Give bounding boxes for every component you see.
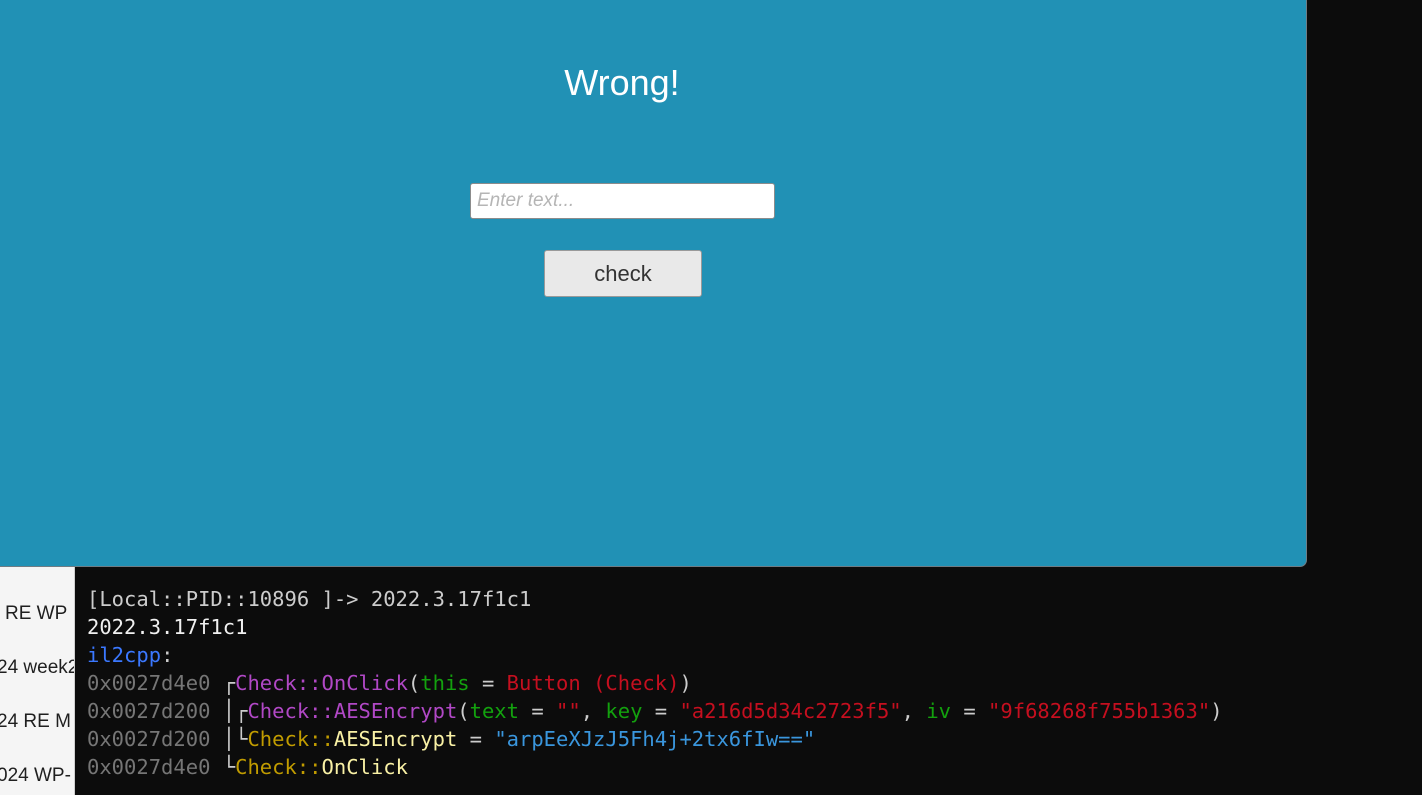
game-window: Wrong! check: [0, 0, 1307, 567]
trace-line: 0x0027d4e0 ┌Check::OnClick(this = Button…: [87, 669, 692, 697]
trace-paren: (: [407, 671, 421, 695]
trace-arg-value: "": [556, 699, 581, 723]
trace-eq: =: [469, 671, 507, 695]
trace-comma: ,: [580, 699, 606, 723]
trace-line: 0x0027d200 │└Check::AESEncrypt = "arpEeX…: [87, 725, 815, 753]
trace-paren: (: [457, 699, 470, 723]
trace-comma: ,: [901, 699, 927, 723]
trace-arg-value: Button (Check): [506, 671, 680, 695]
list-item[interactable]: RE WP: [5, 603, 74, 625]
trace-arg-name: text: [469, 699, 519, 723]
trace-method: OnClick: [321, 755, 408, 779]
trace-paren: ): [1210, 699, 1223, 723]
terminal-line: 2022.3.17f1c1: [87, 613, 247, 641]
text-input[interactable]: [470, 183, 775, 219]
trace-tree: │└: [210, 727, 248, 751]
trace-class: Check: [235, 755, 297, 779]
trace-arg-value: "9f68268f755b1363": [988, 699, 1211, 723]
trace-line: 0x0027d200 │┌Check::AESEncrypt(text = ""…: [87, 697, 1223, 725]
trace-sep: ::: [296, 671, 322, 695]
trace-arg-value: "a216d5d34c2723f5": [679, 699, 902, 723]
trace-method: OnClick: [321, 671, 408, 695]
terminal-line: il2cpp:: [87, 641, 173, 669]
trace-arg-name: iv: [926, 699, 952, 723]
trace-eq: =: [951, 699, 989, 723]
terminal-line: [Local::PID::10896 ]-> 2022.3.17f1c1: [87, 585, 531, 613]
list-item[interactable]: 024 WP-: [0, 765, 74, 787]
check-button[interactable]: check: [544, 250, 702, 297]
trace-eq: =: [519, 699, 557, 723]
version-output: 2022.3.17f1c1: [87, 615, 248, 639]
trace-tree: └: [210, 755, 236, 779]
il2cpp-colon: :: [161, 643, 174, 667]
trace-tree: │┌: [210, 699, 248, 723]
list-item[interactable]: 24 RE M: [0, 711, 74, 733]
terminal-command: 2022.3.17f1c1: [358, 587, 532, 611]
trace-address: 0x0027d4e0: [87, 671, 211, 695]
trace-eq: =: [642, 699, 680, 723]
trace-sep: ::: [309, 727, 334, 751]
trace-sep: ::: [296, 755, 322, 779]
terminal-prompt: [Local::PID::10896 ]->: [87, 587, 359, 611]
trace-arg-name: key: [605, 699, 643, 723]
trace-return-value: "arpEeXJzJ5Fh4j+2tx6fIw==": [494, 727, 816, 751]
trace-class: Check: [247, 699, 310, 723]
trace-class: Check: [247, 727, 310, 751]
background-document-list: RE WP 24 week2 24 RE M 024 WP-: [0, 567, 75, 795]
trace-paren: ): [679, 671, 692, 695]
trace-address: 0x0027d200: [87, 699, 211, 723]
trace-eq: =: [457, 727, 495, 751]
il2cpp-label: il2cpp: [87, 643, 162, 667]
trace-class: Check: [235, 671, 297, 695]
trace-arg-name: this: [420, 671, 470, 695]
trace-method: AESEncrypt: [333, 727, 458, 751]
trace-line: 0x0027d4e0 └Check::OnClick: [87, 753, 408, 781]
trace-method: AESEncrypt: [333, 699, 458, 723]
terminal-output[interactable]: [Local::PID::10896 ]-> 2022.3.17f1c1 202…: [75, 567, 1422, 795]
list-item[interactable]: 24 week2: [0, 657, 74, 679]
trace-address: 0x0027d4e0: [87, 755, 211, 779]
status-text: Wrong!: [564, 62, 680, 103]
trace-tree: ┌: [210, 671, 236, 695]
trace-sep: ::: [309, 699, 334, 723]
trace-address: 0x0027d200: [87, 727, 211, 751]
